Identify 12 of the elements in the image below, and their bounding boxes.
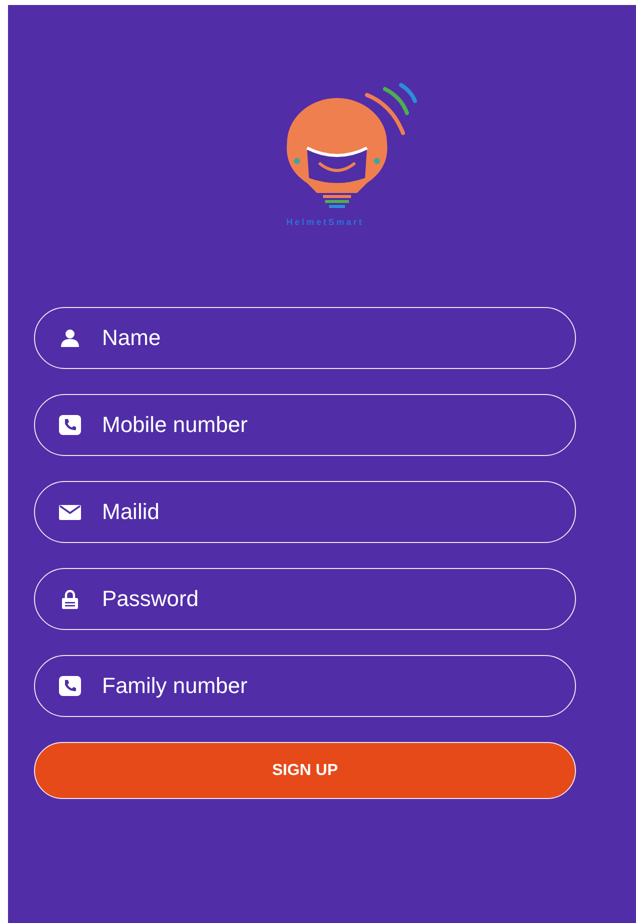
sign-up-button[interactable]: SIGN UP — [34, 742, 576, 799]
input-field[interactable]: Mailid — [34, 481, 576, 543]
input-field[interactable]: Name — [34, 307, 576, 369]
phone-icon — [59, 415, 81, 435]
input-field[interactable]: Password — [34, 568, 576, 630]
person-icon — [60, 329, 80, 347]
mail-icon — [59, 504, 81, 520]
lock-icon — [62, 590, 78, 608]
logo-caption: HelmetSmart — [286, 217, 364, 227]
phone-icon — [59, 676, 81, 696]
input-field[interactable]: Family number — [34, 655, 576, 717]
input-field[interactable]: Mobile number — [34, 394, 576, 456]
